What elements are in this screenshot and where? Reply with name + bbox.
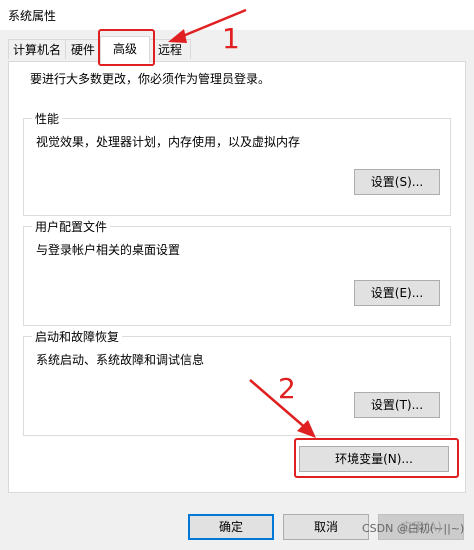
- step-2-label: 2: [278, 372, 296, 405]
- startup-recovery-settings-button[interactable]: 设置(T)...: [354, 392, 440, 418]
- cancel-button[interactable]: 取消: [283, 514, 369, 540]
- performance-group: 性能 视觉效果，处理器计划，内存使用，以及虚拟内存 设置(S)...: [23, 110, 451, 216]
- performance-title: 性能: [32, 110, 63, 127]
- performance-settings-button[interactable]: 设置(S)...: [354, 169, 440, 195]
- ok-button[interactable]: 确定: [188, 514, 274, 540]
- startup-recovery-group: 启动和故障恢复 系统启动、系统故障和调试信息 设置(T)...: [23, 328, 451, 436]
- step-1-label: 1: [222, 22, 240, 55]
- environment-variables-button[interactable]: 环境变量(N)...: [299, 446, 449, 472]
- startup-recovery-title: 启动和故障恢复: [32, 328, 123, 345]
- user-profiles-group: 用户配置文件 与登录帐户相关的桌面设置 设置(E)...: [23, 218, 451, 326]
- tab-advanced[interactable]: 高级: [100, 36, 150, 63]
- admin-notice: 要进行大多数更改，你必须作为管理员登录。: [30, 72, 271, 86]
- user-profiles-title: 用户配置文件: [32, 218, 111, 235]
- advanced-panel: 要进行大多数更改，你必须作为管理员登录。 性能 视觉效果，处理器计划，内存使用，…: [8, 61, 466, 493]
- tab-computer-name[interactable]: 计算机名: [8, 39, 66, 59]
- user-profiles-settings-button[interactable]: 设置(E)...: [354, 280, 440, 306]
- window-title: 系统属性: [8, 9, 57, 23]
- user-profiles-desc: 与登录帐户相关的桌面设置: [36, 243, 181, 257]
- watermark: CSDN @白初(~||~): [362, 522, 465, 535]
- performance-desc: 视觉效果，处理器计划，内存使用，以及虚拟内存: [36, 135, 301, 149]
- tab-hardware[interactable]: 硬件: [65, 39, 101, 59]
- startup-recovery-desc: 系统启动、系统故障和调试信息: [36, 353, 205, 367]
- tab-remote[interactable]: 远程: [149, 39, 191, 59]
